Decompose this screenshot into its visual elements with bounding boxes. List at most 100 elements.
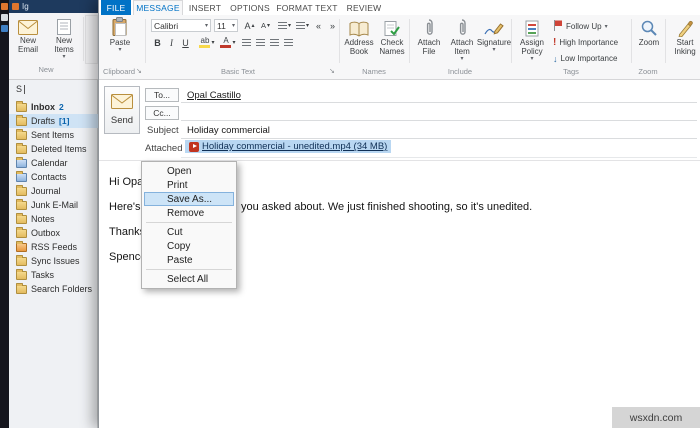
attach-file-button[interactable]: Attach File bbox=[413, 17, 445, 67]
journal-icon bbox=[16, 184, 27, 196]
line-spacing-button[interactable] bbox=[282, 36, 295, 49]
menu-item-cut[interactable]: Cut bbox=[144, 225, 234, 239]
tab-options[interactable]: OPTIONS bbox=[227, 0, 273, 15]
font-color-bar bbox=[220, 45, 232, 48]
italic-button[interactable]: I bbox=[165, 36, 178, 49]
signature-button[interactable]: Signature ▾ bbox=[477, 17, 511, 67]
text-highlight-button[interactable]: ab ▾ bbox=[197, 36, 217, 49]
attachment-chip[interactable]: Holiday commercial - unedited.mp4 (34 MB… bbox=[185, 140, 392, 153]
numbering-icon bbox=[295, 22, 305, 29]
sidebar-item-search-folders[interactable]: Search Folders bbox=[9, 282, 98, 296]
tab-format-text[interactable]: FORMAT TEXT bbox=[275, 0, 339, 15]
send-label: Send bbox=[110, 115, 134, 126]
to-field[interactable] bbox=[181, 86, 697, 103]
sidebar-item-drafts[interactable]: Drafts [1] bbox=[9, 114, 98, 128]
low-importance-button[interactable]: ↓ Low Importance bbox=[553, 52, 629, 65]
favorites-header[interactable]: S bbox=[16, 84, 26, 94]
underline-button[interactable]: U bbox=[179, 36, 192, 49]
menu-item-copy[interactable]: Copy bbox=[144, 239, 234, 253]
attachment-context-menu: Open Print Save As... Remove Cut Copy Pa… bbox=[141, 161, 237, 289]
app-icon[interactable] bbox=[1, 25, 8, 32]
group-label-include: Include bbox=[447, 67, 473, 76]
sidebar-item-journal[interactable]: Journal bbox=[9, 184, 98, 198]
sidebar-item-inbox[interactable]: Inbox 2 bbox=[9, 100, 98, 114]
high-importance-button[interactable]: ! High Importance bbox=[553, 36, 629, 49]
assign-policy-button[interactable]: Assign Policy ▾ bbox=[515, 17, 549, 67]
new-email-button[interactable]: New Email bbox=[11, 15, 45, 65]
shrink-font-button[interactable]: A ▾ bbox=[258, 19, 273, 32]
outlook-icon bbox=[12, 3, 19, 10]
tab-review[interactable]: REVIEW bbox=[341, 0, 387, 15]
highlight-color-bar bbox=[199, 45, 211, 48]
font-size-select[interactable]: 11 ▾ bbox=[214, 19, 238, 32]
message-ribbon: Paste ▾ ↘ Clipboard Calibri ▾ 11 ▾ A ▴ A ▾ bbox=[99, 15, 700, 80]
tab-message[interactable]: MESSAGE bbox=[133, 0, 183, 15]
sidebar-item-outbox[interactable]: Outbox bbox=[9, 226, 98, 240]
unread-count: 2 bbox=[59, 102, 64, 112]
tab-file[interactable]: FILE bbox=[101, 0, 131, 15]
sidebar-item-rss-feeds[interactable]: RSS Feeds bbox=[9, 240, 98, 254]
align-left-button[interactable] bbox=[240, 36, 253, 49]
menu-item-print[interactable]: Print bbox=[144, 178, 234, 192]
bullets-button[interactable]: ▾ bbox=[276, 19, 293, 32]
button-label: High Importance bbox=[559, 38, 619, 47]
attach-item-button[interactable]: Attach Item ▾ bbox=[446, 17, 478, 67]
new-items-button[interactable]: New Items ▾ bbox=[47, 15, 81, 65]
menu-item-select-all[interactable]: Select All bbox=[144, 272, 234, 286]
address-book-button[interactable]: Address Book bbox=[343, 17, 375, 67]
follow-up-button[interactable]: Follow Up ▾ bbox=[553, 20, 629, 33]
background-ribbon: New Email New Items ▾ New bbox=[9, 13, 98, 80]
start-inking-button[interactable]: Start Inking bbox=[669, 17, 700, 67]
menu-item-save-as[interactable]: Save As... bbox=[144, 192, 234, 206]
folder-label: RSS Feeds bbox=[31, 242, 78, 252]
grow-font-button[interactable]: A ▴ bbox=[242, 19, 257, 32]
to-value[interactable]: Opal Castillo bbox=[187, 90, 241, 101]
app-icon[interactable] bbox=[1, 3, 8, 10]
text-caret bbox=[24, 84, 26, 94]
group-label-new: New bbox=[38, 65, 54, 74]
tab-insert[interactable]: INSERT bbox=[185, 0, 225, 15]
increase-indent-button[interactable]: » bbox=[326, 19, 339, 32]
decrease-indent-button[interactable]: « bbox=[312, 19, 325, 32]
sidebar-item-deleted-items[interactable]: Deleted Items bbox=[9, 142, 98, 156]
send-button[interactable]: Send bbox=[104, 86, 140, 134]
attachment-name: Holiday commercial - unedited.mp4 (34 MB… bbox=[202, 141, 388, 152]
menu-item-open[interactable]: Open bbox=[144, 164, 234, 178]
chevron-down-icon: ▾ bbox=[305, 23, 309, 29]
numbering-button[interactable]: ▾ bbox=[294, 19, 311, 32]
folder-label: Contacts bbox=[31, 172, 67, 182]
sidebar-item-sync-issues[interactable]: Sync Issues bbox=[9, 254, 98, 268]
align-left-icon bbox=[242, 39, 251, 46]
sidebar-item-sent-items[interactable]: Sent Items bbox=[9, 128, 98, 142]
menu-item-paste[interactable]: Paste bbox=[144, 253, 234, 267]
check-names-icon bbox=[384, 17, 400, 37]
bold-button[interactable]: B bbox=[151, 36, 164, 49]
button-label: New Email bbox=[17, 36, 38, 55]
align-right-button[interactable] bbox=[268, 36, 281, 49]
subject-value[interactable]: Holiday commercial bbox=[187, 125, 270, 136]
sidebar-item-tasks[interactable]: Tasks bbox=[9, 268, 98, 282]
sidebar-item-junk-email[interactable]: Junk E-Mail bbox=[9, 198, 98, 212]
chevron-down-icon: ▾ bbox=[287, 23, 291, 29]
folder-label: Search Folders bbox=[31, 284, 93, 294]
app-icon[interactable] bbox=[1, 14, 8, 21]
sidebar-item-contacts[interactable]: Contacts bbox=[9, 170, 98, 184]
folder-label: Inbox bbox=[31, 102, 55, 112]
chevron-down-icon: ▾ bbox=[204, 23, 208, 29]
font-name-select[interactable]: Calibri ▾ bbox=[151, 19, 211, 32]
item-count: [1] bbox=[59, 116, 70, 126]
folder-pane: S Inbox 2 Drafts [1] Sent Items Deleted … bbox=[9, 80, 98, 428]
cc-button[interactable]: Cc... bbox=[145, 106, 179, 120]
paste-button[interactable]: Paste ▾ bbox=[103, 17, 137, 67]
menu-separator bbox=[146, 222, 232, 223]
menu-item-remove[interactable]: Remove bbox=[144, 206, 234, 220]
font-color-button[interactable]: A ▾ bbox=[219, 36, 237, 49]
sidebar-item-calendar[interactable]: Calendar bbox=[9, 156, 98, 170]
zoom-button[interactable]: Zoom bbox=[635, 17, 663, 67]
align-center-button[interactable] bbox=[254, 36, 267, 49]
group-separator bbox=[665, 19, 666, 63]
sidebar-item-notes[interactable]: Notes bbox=[9, 212, 98, 226]
check-names-button[interactable]: Check Names bbox=[376, 17, 408, 67]
cc-field[interactable] bbox=[181, 104, 697, 121]
to-button[interactable]: To... bbox=[145, 88, 179, 102]
